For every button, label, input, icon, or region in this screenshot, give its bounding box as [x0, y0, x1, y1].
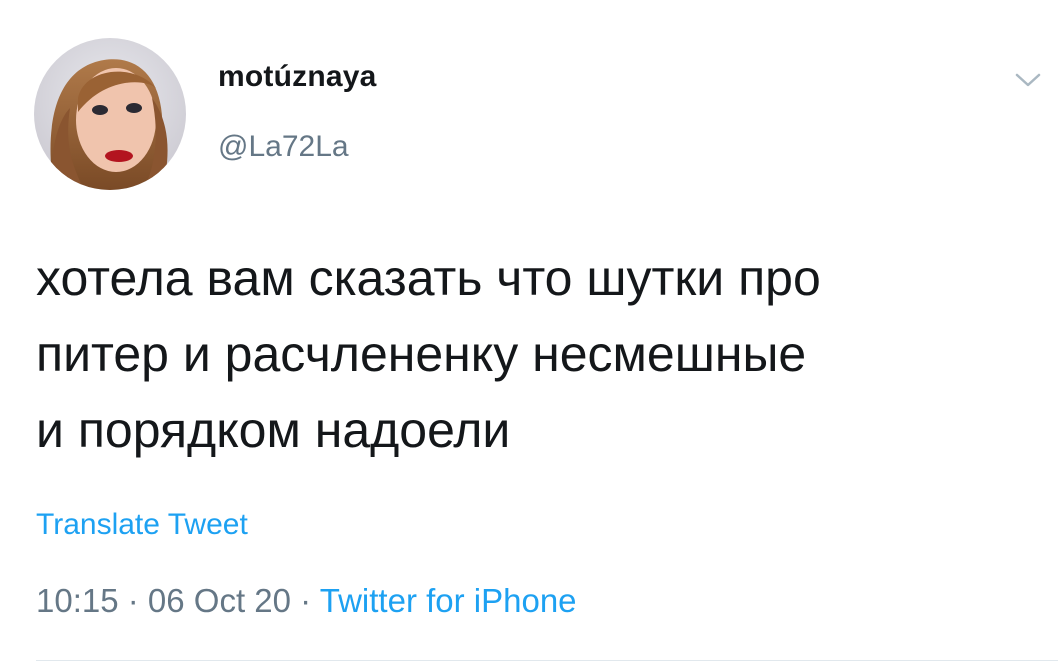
chevron-down-icon[interactable]: [1014, 70, 1042, 90]
tweet-meta: 10:15 · 06 Oct 20 · Twitter for iPhone: [36, 582, 577, 620]
author-name[interactable]: motúznaya: [218, 60, 377, 94]
avatar[interactable]: [34, 38, 186, 190]
meta-separator: ·: [118, 582, 148, 619]
tweet-text-line: хотела вам сказать что шутки про: [36, 250, 821, 306]
avatar-photo: [34, 38, 186, 190]
author-handle[interactable]: @La72La: [218, 130, 349, 164]
translate-tweet-link[interactable]: Translate Tweet: [36, 508, 248, 542]
tweet-time: 10:15: [36, 582, 119, 619]
tweet-text: хотела вам сказать что шутки про питер и…: [36, 240, 1036, 468]
tweet-text-line: питер и расчлененку несмешные: [36, 326, 807, 382]
tweet-source-link[interactable]: Twitter for iPhone: [320, 582, 577, 619]
previous-content-fragment: [240, 0, 420, 4]
tweet-text-line: и порядком надоели: [36, 402, 511, 458]
meta-separator: ·: [291, 582, 320, 619]
divider: [36, 660, 1058, 661]
tweet-date: 06 Oct 20: [147, 582, 292, 619]
